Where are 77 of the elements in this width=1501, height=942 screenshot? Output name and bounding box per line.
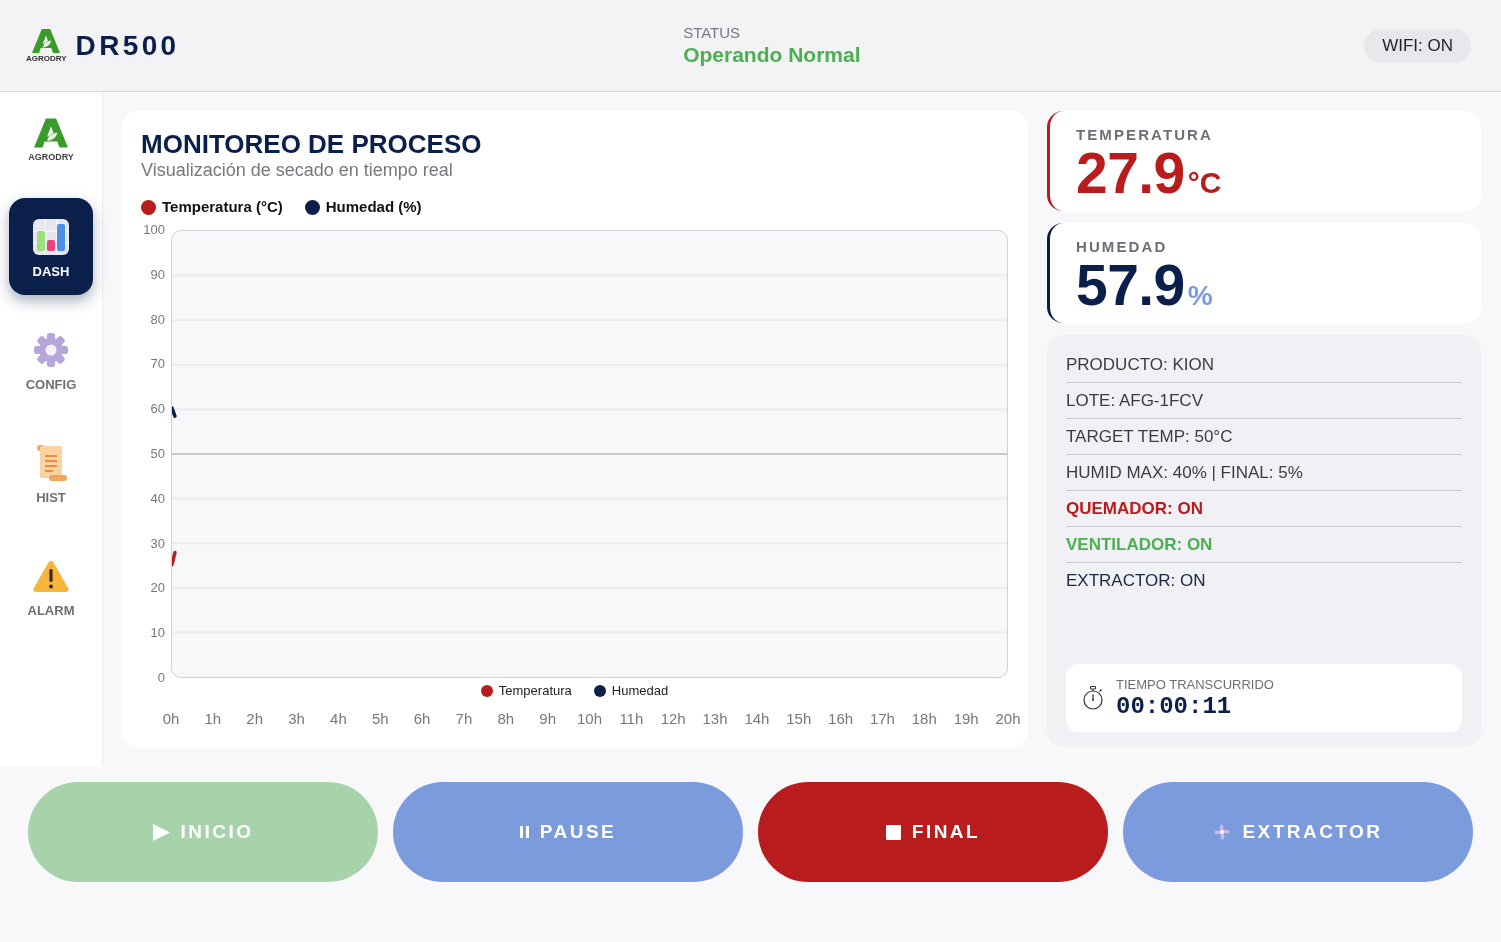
x-axis-label: 8h [497, 710, 515, 728]
y-axis-label: 40 [150, 490, 165, 507]
warning-icon [33, 560, 69, 592]
x-axis-label: 3h [288, 710, 305, 728]
x-axis-label: 7h [455, 710, 473, 728]
x-axis-label: 18h [911, 710, 937, 728]
card-title: MONITOREO DE PROCESO [141, 129, 483, 159]
x-axis-label: 11h [619, 710, 644, 728]
x-axis-label: 6h [413, 710, 431, 728]
x-axis-label: 10h [577, 710, 602, 728]
stop-icon [885, 824, 901, 840]
legend-label: Temperatura [498, 683, 572, 699]
detail-text: HUMID MAX: 40% | FINAL: 5% [1066, 463, 1304, 482]
detail-text: EXTRACTOR: ON [1066, 571, 1207, 590]
y-axis-label: 20 [150, 580, 165, 597]
letter-a-leaf-logo [34, 117, 68, 149]
detail-text: PRODUCTO: KION [1066, 355, 1215, 374]
y-axis-label: 80 [150, 311, 165, 328]
stop-button[interactable]: FINAL [758, 782, 1108, 882]
reading-value: 57.9 [1076, 256, 1185, 314]
x-axis-label: 12h [660, 710, 686, 728]
stopwatch-icon [1082, 686, 1104, 710]
x-axis-label: 0h [162, 710, 180, 728]
detail-text: LOTE: AFG-1FCV [1066, 391, 1204, 410]
x-axis-label: 15h [786, 710, 812, 728]
detail-text: QUEMADOR: ON [1066, 499, 1204, 518]
reading-label: HUMEDAD [1076, 238, 1169, 256]
x-axis-label: 9h [539, 710, 556, 728]
detail-text: TARGET TEMP: 50°C [1066, 427, 1234, 446]
x-axis-label: 4h [330, 710, 347, 728]
play-icon [152, 823, 170, 841]
reading-label: TEMPERATURA [1076, 126, 1214, 144]
y-axis-label: 50 [150, 446, 165, 462]
y-axis-label: 90 [150, 266, 165, 283]
sidebar-item[interactable]: HIST [9, 424, 93, 521]
x-axis-label: 19h [953, 710, 979, 728]
y-axis-label: 0 [157, 670, 165, 686]
y-axis-label: 70 [150, 356, 165, 373]
sidebar-item[interactable]: ALARM [9, 537, 93, 634]
card-subtitle: Visualización de secado en tiempo real [141, 159, 454, 181]
x-axis-label: 16h [828, 710, 854, 728]
x-axis-label: 14h [744, 710, 770, 728]
settings-icon [34, 333, 68, 367]
timer-value: 00:00:11 [1116, 692, 1233, 720]
pause-button[interactable]: PAUSE [393, 782, 743, 882]
x-axis-label: 20h [995, 710, 1021, 728]
wifi-status-badge: WIFI: ON [1364, 28, 1471, 63]
fan-icon [1213, 823, 1232, 841]
logo-caption: AGRODRY [28, 151, 74, 163]
extractor-button[interactable]: EXTRACTOR [1123, 782, 1473, 882]
y-axis-label: 100 [143, 222, 165, 238]
y-axis-label: 30 [150, 535, 165, 552]
legend-label: Temperatura (°C) [162, 198, 283, 216]
reading-value: 27.9 [1076, 144, 1185, 202]
detail-text: VENTILADOR: ON [1066, 535, 1214, 554]
logo-caption: AGRODRY [26, 53, 67, 63]
status-value: Operando Normal [683, 41, 861, 68]
y-axis-label: 60 [150, 401, 165, 418]
x-axis-label: 13h [702, 710, 728, 728]
device-name: DR500 [75, 29, 180, 62]
y-axis-label: 10 [150, 625, 165, 642]
timer-label: TIEMPO TRANSCURRIDO [1116, 676, 1274, 693]
sidebar-item[interactable]: CONFIG [9, 311, 93, 408]
pause-icon [519, 826, 529, 838]
x-axis-label: 5h [371, 710, 389, 728]
reading-unit: °C [1187, 165, 1222, 201]
letter-a-leaf-logo [32, 28, 61, 53]
legend-label: Humedad (%) [325, 198, 422, 216]
x-axis-label: 2h [246, 710, 264, 728]
x-axis-label: 1h [204, 710, 222, 728]
scroll-icon [35, 445, 67, 481]
sidebar-item[interactable]: DASH [9, 198, 93, 295]
status-label: STATUS [683, 23, 742, 42]
legend-label: Humedad [611, 683, 669, 699]
reading-unit: % [1187, 279, 1213, 313]
x-axis-label: 17h [869, 710, 895, 728]
bar-chart-icon [33, 219, 69, 255]
